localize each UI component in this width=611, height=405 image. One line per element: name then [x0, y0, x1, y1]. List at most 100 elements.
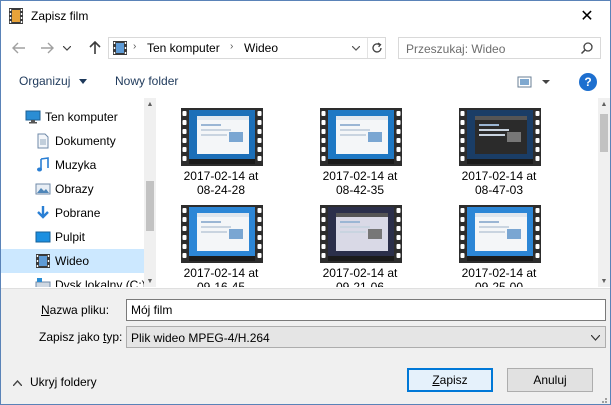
save-dialog: Zapisz film ✕ › Ten komputer › Wideo Prz… [0, 0, 611, 405]
sidebar-item-label: Pobrane [55, 206, 101, 220]
file-tile[interactable]: 2017-02-14 at 08-42-35 [310, 98, 410, 208]
resize-grip-icon[interactable] [598, 394, 608, 404]
address-history-button[interactable] [349, 41, 363, 55]
scroll-down-arrow-icon[interactable]: ▼ [144, 275, 156, 287]
file-name: 2017-02-14 at 08-42-35 [310, 169, 410, 197]
search-input[interactable]: Przeszukaj: Wideo [398, 37, 601, 59]
save-as-type-select[interactable]: Plik wideo MPEG-4/H.264 [126, 326, 606, 348]
breadcrumb-this-pc[interactable]: Ten komputer [147, 41, 220, 55]
window-title: Zapisz film [31, 9, 89, 23]
scroll-up-arrow-icon[interactable]: ▲ [144, 98, 156, 110]
sidebar-item-desktop[interactable]: Pulpit [1, 225, 144, 249]
save-as-type-label: Zapisz jako typ: [39, 330, 123, 344]
breadcrumb-separator[interactable]: › [133, 41, 136, 52]
sidebar-item-label: Ten komputer [45, 110, 118, 124]
file-name-line-1: 2017-02-14 at [183, 169, 259, 183]
video-thumbnail-icon [320, 205, 402, 263]
file-name: 2017-02-14 at 09-16-45 [171, 266, 271, 287]
pictures-icon [35, 183, 51, 195]
change-view-button[interactable] [517, 74, 553, 90]
view-icon [517, 76, 550, 88]
help-button[interactable]: ? [579, 73, 597, 91]
sidebar-item-label: Wideo [55, 254, 90, 268]
organize-label: Organizuj [19, 74, 71, 88]
sidebar-scrollbar[interactable]: ▲ ▼ [144, 98, 156, 287]
save-form: Nazwa pliku: Zapisz jako typ: Plik wideo… [1, 288, 610, 404]
chevron-down-icon [591, 335, 600, 341]
address-row: › Ten komputer › Wideo Przeszukaj: Wideo [1, 33, 610, 63]
breadcrumb-separator[interactable]: › [230, 41, 233, 52]
save-as-type-value: Plik wideo MPEG-4/H.264 [131, 331, 270, 345]
arrow-up-icon [89, 41, 101, 54]
close-icon: ✕ [580, 8, 594, 25]
video-thumbnail-icon [320, 108, 402, 166]
file-tile[interactable]: 2017-02-14 at 08-24-28 [171, 98, 271, 208]
file-name: 2017-02-14 at 09-25-00 [449, 266, 549, 287]
file-tile[interactable]: 2017-02-14 at 09-21-06 [310, 195, 410, 287]
cancel-button[interactable]: Anuluj [507, 368, 593, 392]
back-button[interactable] [9, 39, 29, 57]
sidebar-item-label: Dysk lokalny (C:) [55, 278, 146, 287]
address-bar[interactable]: › Ten komputer › Wideo [108, 37, 386, 59]
hide-folders-label: Ukryj foldery [30, 375, 97, 389]
filename-label: Nazwa pliku: [41, 303, 110, 317]
scroll-down-arrow-icon[interactable]: ▼ [598, 275, 610, 287]
scrollbar-thumb[interactable] [600, 114, 608, 152]
sidebar-item-documents[interactable]: Dokumenty [1, 129, 144, 153]
close-button[interactable]: ✕ [564, 1, 610, 31]
sidebar-item-label: Pulpit [55, 230, 86, 244]
up-button[interactable] [85, 39, 105, 57]
recent-locations-button[interactable] [61, 39, 73, 57]
scrollbar-thumb[interactable] [146, 181, 154, 231]
sidebar-item-label: Obrazy [55, 182, 94, 196]
arrow-right-icon [41, 42, 54, 54]
file-name-line-2: 09-16-45 [196, 280, 246, 287]
sidebar-item-downloads[interactable]: Pobrane [1, 201, 144, 225]
sidebar-item-pictures[interactable]: Obrazy [1, 177, 144, 201]
chevron-down-icon [352, 45, 360, 51]
filename-field[interactable] [126, 299, 606, 321]
forward-button[interactable] [37, 39, 57, 57]
sidebar-item-label: Dokumenty [55, 134, 116, 148]
sidebar-item-local-disk[interactable]: Dysk lokalny (C:) [1, 273, 146, 287]
file-name-line-1: 2017-02-14 at [461, 169, 537, 183]
search-icon [580, 42, 593, 55]
arrow-left-icon [12, 42, 25, 54]
chevron-up-icon [12, 379, 23, 387]
file-name-line-1: 2017-02-14 at [461, 266, 537, 280]
video-icon [36, 254, 50, 268]
video-thumbnail-icon [459, 108, 541, 166]
title-bar: Zapisz film ✕ [1, 1, 610, 31]
desktop-icon [35, 231, 51, 243]
hide-folders-button[interactable]: Ukryj foldery [12, 375, 97, 389]
organize-button[interactable]: Organizuj [19, 74, 87, 88]
sidebar-item-this-pc[interactable]: Ten komputer [1, 105, 144, 129]
downloads-icon [37, 206, 49, 219]
file-list: 2017-02-14 at 08-24-28 2017-02-14 at 08-… [157, 98, 610, 287]
scroll-up-arrow-icon[interactable]: ▲ [598, 98, 610, 110]
file-name: 2017-02-14 at 08-47-03 [449, 169, 549, 197]
file-tile[interactable]: 2017-02-14 at 08-47-03 [449, 98, 549, 208]
file-name: 2017-02-14 at 09-21-06 [310, 266, 410, 287]
chevron-down-icon [63, 45, 71, 51]
refresh-icon [371, 42, 382, 53]
refresh-button[interactable] [367, 38, 385, 58]
file-name-line-2: 09-25-00 [474, 280, 524, 287]
sidebar-item-videos[interactable]: Wideo [1, 249, 144, 273]
breadcrumb-videos[interactable]: Wideo [244, 41, 278, 55]
save-button[interactable]: Zapisz [407, 368, 493, 392]
documents-icon [37, 133, 49, 149]
sidebar-item-music[interactable]: Muzyka [1, 153, 144, 177]
file-name: 2017-02-14 at 08-24-28 [171, 169, 271, 197]
file-list-scrollbar[interactable]: ▲ ▼ [598, 98, 610, 287]
sidebar-item-label: Muzyka [55, 158, 97, 172]
file-tile[interactable]: 2017-02-14 at 09-16-45 [171, 195, 271, 287]
film-icon [9, 8, 23, 24]
file-tile[interactable]: 2017-02-14 at 09-25-00 [449, 195, 549, 287]
file-name-line-1: 2017-02-14 at [322, 266, 398, 280]
new-folder-button[interactable]: Nowy folder [115, 74, 178, 88]
navigation-pane: Ten komputer Dokumenty Muzyka Obrazy Pob… [1, 98, 156, 287]
file-name-line-1: 2017-02-14 at [183, 266, 259, 280]
drive-icon [35, 278, 51, 287]
file-name-line-1: 2017-02-14 at [322, 169, 398, 183]
